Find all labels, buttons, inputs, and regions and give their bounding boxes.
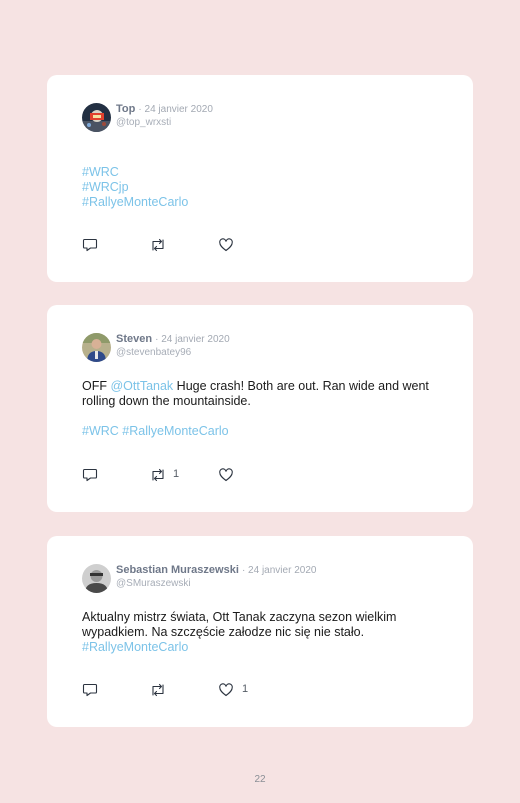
like-button[interactable] [218, 237, 234, 253]
avatar[interactable] [82, 564, 111, 593]
retweet-arrows-icon [149, 682, 167, 698]
user-name[interactable]: Steven [116, 333, 152, 345]
reply-button[interactable] [82, 467, 98, 483]
speech-bubble-icon [82, 237, 98, 253]
retweet-button[interactable]: 1 [149, 467, 179, 483]
tweet-text-run: OFF [82, 379, 111, 393]
reply-button[interactable] [82, 237, 98, 253]
user-handle[interactable]: @SMuraszewski [116, 577, 316, 590]
tweet-date: · 24 janvier 2020 [155, 334, 230, 345]
heart-outline-icon [218, 237, 234, 253]
tweet-date: · 24 janvier 2020 [138, 104, 213, 115]
hashtag-link[interactable]: #RallyeMonteCarlo [82, 640, 188, 654]
mention-link[interactable]: @OttTanak [110, 379, 173, 393]
retweet-button[interactable] [149, 237, 167, 253]
like-button[interactable] [218, 467, 234, 483]
tweet-paragraph: #WRC [82, 165, 433, 180]
hashtag-link[interactable]: #RallyeMonteCarlo [82, 195, 188, 209]
like-button[interactable]: 1 [218, 682, 248, 698]
tweet-card: Top · 24 janvier 2020 @top_wrxsti #WRC #W… [47, 75, 473, 282]
hashtag-link[interactable]: #RallyeMonteCarlo [122, 424, 228, 438]
retweet-arrows-icon [149, 237, 167, 253]
speech-bubble-icon [82, 467, 98, 483]
tweet-paragraph: #RallyeMonteCarlo [82, 195, 433, 210]
tweet-card: Sebastian Muraszewski · 24 janvier 2020 … [47, 536, 473, 727]
page-number: 22 [254, 774, 266, 785]
tweet-paragraph: #RallyeMonteCarlo [82, 640, 433, 655]
retweet-button[interactable] [149, 682, 167, 698]
retweet-count: 1 [173, 468, 180, 480]
user-name[interactable]: Top [116, 103, 135, 115]
tweet-paragraph: #WRCjp [82, 180, 433, 195]
heart-outline-icon [218, 682, 234, 698]
tweet-paragraph: #WRC #RallyeMonteCarlo [82, 424, 433, 439]
tweet-text: Aktualny mistrz świata, Ott Tanak zaczyn… [82, 610, 433, 655]
hashtag-link[interactable]: #WRC [82, 165, 119, 179]
user-name[interactable]: Sebastian Muraszewski [116, 564, 239, 576]
retweet-arrows-icon [149, 467, 167, 483]
tweet-date: · 24 janvier 2020 [241, 565, 317, 576]
reply-button[interactable] [82, 682, 98, 698]
user-handle[interactable]: @top_wrxsti [116, 116, 213, 129]
hashtag-link[interactable]: #WRCjp [82, 180, 129, 194]
like-count: 1 [242, 683, 249, 695]
tweet-card: Steven · 24 janvier 2020 @stevenbatey96 … [47, 305, 473, 512]
user-handle[interactable]: @stevenbatey96 [116, 346, 230, 359]
avatar[interactable] [82, 103, 111, 132]
tweet-paragraph: Aktualny mistrz świata, Ott Tanak zaczyn… [82, 610, 433, 640]
speech-bubble-icon [82, 682, 98, 698]
avatar[interactable] [82, 333, 111, 362]
tweet-text-run: Aktualny mistrz świata, Ott Tanak zaczyn… [82, 610, 397, 639]
hashtag-link[interactable]: #WRC [82, 424, 119, 438]
tweet-text: #WRC #WRCjp #RallyeMonteCarlo [82, 165, 433, 210]
tweet-paragraph: OFF @OttTanak Huge crash! Both are out. … [82, 379, 433, 409]
tweet-text: OFF @OttTanak Huge crash! Both are out. … [82, 379, 433, 439]
heart-outline-icon [218, 467, 234, 483]
